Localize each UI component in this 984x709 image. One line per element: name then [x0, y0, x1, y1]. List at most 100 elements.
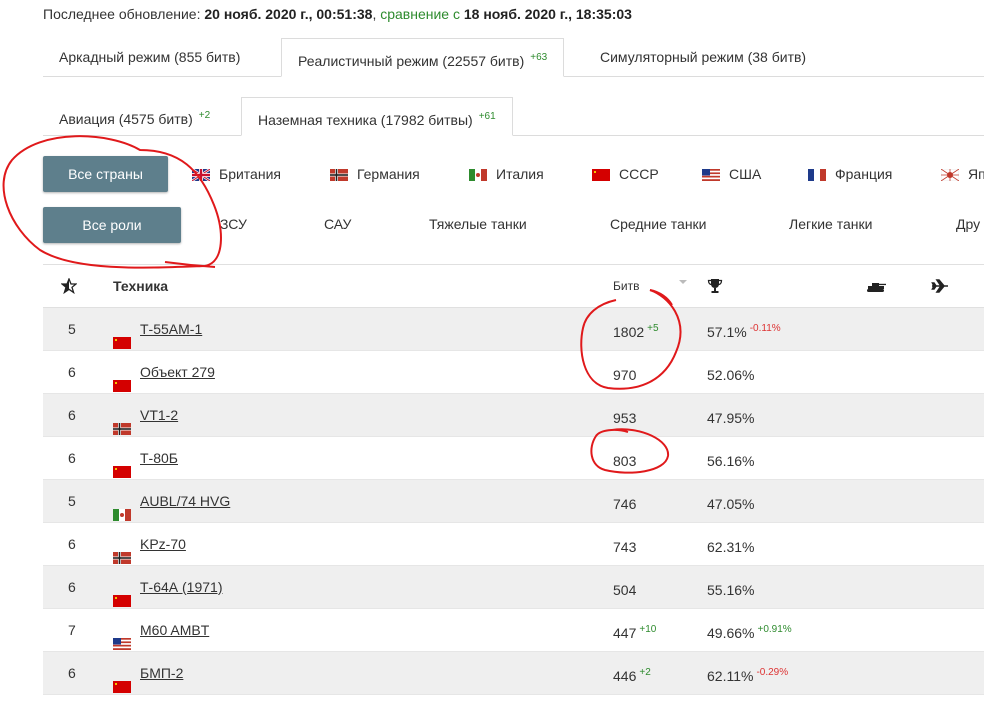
table-row[interactable]: 6 Т-64А (1971) 504 55.16%: [43, 566, 984, 609]
battles-delta: +5: [647, 323, 659, 334]
vehicle-cell: VT1-2: [113, 394, 178, 436]
winrate-cell: 62.11% -0.29%: [707, 652, 788, 697]
vehicle-link[interactable]: Т-55АМ-1: [140, 308, 202, 350]
winrate-value: 55.16%: [707, 582, 755, 598]
battle-rating: 6: [68, 364, 76, 380]
winrate-value: 47.95%: [707, 410, 755, 426]
role-filter-light-tanks[interactable]: Легкие танки: [789, 216, 872, 232]
winrate-cell: 49.66% +0.91%: [707, 609, 792, 654]
update-date: 20 нояб. 2020 г., 00:51:38: [204, 6, 373, 22]
all-countries-button[interactable]: Все страны: [43, 156, 168, 192]
column-header-battles[interactable]: Битв: [613, 265, 639, 307]
country-filter-usa[interactable]: США: [702, 165, 761, 183]
vehicle-link[interactable]: БМП-2: [140, 652, 183, 694]
country-filter-japan[interactable]: Яп: [940, 165, 984, 183]
germany-flag-icon: [113, 409, 131, 435]
vehicle-link[interactable]: VT1-2: [140, 394, 178, 436]
tab-label: Наземная техника (17982 битвы): [258, 112, 473, 128]
battles-value: 504: [613, 582, 637, 598]
winrate-cell: 55.16%: [707, 566, 757, 611]
winrate-value: 57.1%: [707, 324, 747, 340]
usa-flag-icon: [113, 624, 131, 650]
vehicle-link[interactable]: KPz-70: [140, 523, 186, 565]
country-filter-france[interactable]: Франция: [808, 165, 892, 183]
tab-simulator[interactable]: Симуляторный режим (38 битв): [584, 38, 822, 76]
ussr-flag-icon: [113, 366, 131, 392]
country-filter-britain[interactable]: Британия: [191, 165, 281, 183]
role-filter-other[interactable]: Дру: [956, 216, 980, 232]
column-header-vehicle[interactable]: Техника: [113, 265, 168, 307]
tab-arcade[interactable]: Аркадный режим (855 битв): [43, 38, 256, 76]
country-label: Германия: [357, 166, 420, 182]
table-row[interactable]: 6 БМП-2 446 +2 62.11% -0.29%: [43, 652, 984, 695]
usa-flag-icon: [702, 168, 720, 181]
italy-flag-icon: [469, 168, 487, 181]
trophy-icon[interactable]: [707, 278, 723, 297]
battles-cell: 953: [613, 394, 639, 439]
battles-cell: 746: [613, 480, 639, 525]
battle-rating: 5: [68, 321, 76, 337]
mode-tabs: Аркадный режим (855 битв) Реалистичный р…: [43, 38, 984, 77]
ussr-flag-icon: [113, 581, 131, 607]
battles-value: 446: [613, 668, 637, 684]
table-row[interactable]: 6 Т-80Б 803 56.16%: [43, 437, 984, 480]
winrate-cell: 56.16%: [707, 437, 757, 482]
vehicle-stats-table: Техника Битв 5 Т-55АМ-1 1802 +5 57.1% -0.11% 6…: [43, 264, 984, 695]
table-row[interactable]: 6 Объект 279 970 52.06%: [43, 351, 984, 394]
country-filter-italy[interactable]: Италия: [469, 165, 544, 183]
winrate-cell: 57.1% -0.11%: [707, 308, 781, 353]
winrate-value: 56.16%: [707, 453, 755, 469]
vehicle-cell: Т-64А (1971): [113, 566, 222, 608]
country-label: Италия: [496, 166, 544, 182]
country-label: СССР: [619, 166, 659, 182]
vehicle-link[interactable]: Т-64А (1971): [140, 566, 222, 608]
vehicle-link[interactable]: Объект 279: [140, 351, 215, 393]
table-row[interactable]: 6 KPz-70 743 62.31%: [43, 523, 984, 566]
vehicle-cell: Объект 279: [113, 351, 215, 393]
role-filter-spaa[interactable]: ЗСУ: [220, 216, 247, 232]
tank-icon[interactable]: [866, 280, 886, 296]
table-row[interactable]: 7 M60 AMBT 447 +10 49.66% +0.91%: [43, 609, 984, 652]
ussr-flag-icon: [592, 168, 610, 181]
uk-flag-icon: [191, 168, 211, 182]
ussr-flag-icon: [113, 667, 131, 693]
tab-label: Аркадный режим (855 битв): [59, 49, 241, 65]
tab-delta: +2: [198, 110, 211, 121]
battle-rating: 6: [68, 450, 76, 466]
vehicle-link[interactable]: AUBL/74 HVG: [140, 480, 230, 522]
winrate-value: 62.11%: [707, 668, 754, 684]
last-update-line: Последнее обновление: 20 нояб. 2020 г., …: [43, 6, 632, 22]
ussr-flag-icon: [113, 452, 131, 478]
battles-cell: 446 +2: [613, 652, 651, 697]
country-label: США: [729, 166, 762, 182]
battle-rating: 7: [68, 622, 76, 638]
vehicle-link[interactable]: M60 AMBT: [140, 609, 209, 651]
battle-rating: 5: [68, 493, 76, 509]
table-row[interactable]: 5 Т-55АМ-1 1802 +5 57.1% -0.11%: [43, 308, 984, 351]
battles-value: 1802: [613, 324, 645, 340]
role-filter-medium-tanks[interactable]: Средние танки: [610, 216, 707, 232]
sort-desc-icon[interactable]: [679, 280, 687, 284]
table-row[interactable]: 6 VT1-2 953 47.95%: [43, 394, 984, 437]
winrate-delta: -0.11%: [749, 323, 781, 334]
tab-label: Симуляторный режим (38 битв): [600, 49, 807, 65]
country-filter-germany[interactable]: Германия: [330, 165, 420, 183]
tab-realistic[interactable]: Реалистичный режим (22557 битв) +63: [281, 38, 565, 77]
tab-ground[interactable]: Наземная техника (17982 битвы) +61: [241, 97, 513, 136]
tab-delta: +61: [478, 111, 496, 122]
battle-rating: 6: [68, 579, 76, 595]
plane-icon[interactable]: [931, 278, 949, 297]
country-filter-ussr[interactable]: СССР: [592, 165, 659, 183]
battles-value: 803: [613, 453, 637, 469]
role-filter-spg[interactable]: САУ: [324, 216, 351, 232]
vehicle-link[interactable]: Т-80Б: [140, 437, 178, 479]
tab-aviation[interactable]: Авиация (4575 битв) +2: [43, 97, 226, 135]
winrate-cell: 62.31%: [707, 523, 757, 568]
all-roles-button[interactable]: Все роли: [43, 207, 181, 243]
battles-cell: 504: [613, 566, 639, 611]
role-filter-heavy-tanks[interactable]: Тяжелые танки: [429, 216, 527, 232]
star-icon[interactable]: [60, 277, 78, 297]
battles-cell: 743: [613, 523, 639, 568]
table-row[interactable]: 5 AUBL/74 HVG 746 47.05%: [43, 480, 984, 523]
italy-flag-icon: [113, 495, 131, 521]
